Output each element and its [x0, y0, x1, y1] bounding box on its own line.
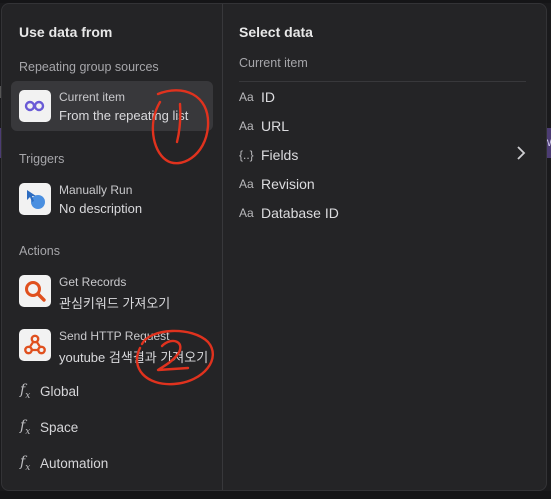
function-icon: fx: [20, 381, 31, 401]
source-subtitle: youtube 검색결과 가져오기: [59, 350, 209, 365]
webhook-icon: [19, 329, 51, 361]
object-type-icon: {..}: [239, 148, 254, 162]
function-icon: fx: [20, 417, 31, 437]
field-revision[interactable]: Aa Revision: [239, 173, 526, 195]
field-fields[interactable]: {..} Fields: [239, 144, 526, 166]
click-hand-icon: [19, 183, 51, 215]
source-current-item[interactable]: Current item From the repeating list: [11, 81, 213, 131]
text-type-icon: Aa: [239, 119, 254, 133]
field-url[interactable]: Aa URL: [239, 115, 526, 137]
function-icon: fx: [20, 453, 31, 473]
field-id[interactable]: Aa ID: [239, 86, 526, 108]
source-global-label: Global: [40, 383, 80, 399]
source-space[interactable]: fx Space: [20, 416, 78, 438]
search-icon: [19, 275, 51, 307]
source-automation-label: Automation: [40, 455, 109, 471]
source-subtitle: No description: [59, 201, 143, 216]
field-label: Database ID: [261, 205, 339, 221]
source-global[interactable]: fx Global: [20, 380, 79, 402]
text-type-icon: Aa: [239, 90, 254, 104]
field-label: URL: [261, 118, 290, 134]
loop-icon: [19, 90, 51, 122]
background-bottom: [0, 491, 551, 499]
text-type-icon: Aa: [239, 177, 254, 191]
current-item-section-label: Current item: [239, 56, 308, 70]
field-label: Revision: [261, 176, 315, 192]
source-title: Manually Run: [59, 183, 133, 197]
section-triggers-label: Triggers: [19, 152, 65, 166]
section-actions-label: Actions: [19, 244, 60, 258]
field-label: ID: [261, 89, 275, 105]
source-title: Send HTTP Request: [59, 329, 170, 343]
select-data-column: Select data Current item Aa ID Aa URL {.…: [223, 4, 546, 490]
field-label: Fields: [261, 147, 299, 163]
select-data-heading: Select data: [239, 24, 313, 40]
source-subtitle: From the repeating list: [59, 108, 189, 123]
source-send-http-request[interactable]: Send HTTP Request youtube 검색결과 가져오기: [11, 320, 213, 370]
data-picker-popover: Use data from Repeating group sources Cu…: [1, 3, 547, 491]
chevron-right-icon: [516, 145, 526, 165]
source-title: Current item: [59, 90, 126, 104]
source-manually-run[interactable]: Manually Run No description: [11, 174, 213, 224]
source-space-label: Space: [40, 419, 79, 435]
source-get-records[interactable]: Get Records 관심키워드 가져오기: [11, 266, 213, 316]
section-repeating-label: Repeating group sources: [19, 60, 159, 74]
source-title: Get Records: [59, 275, 127, 289]
text-type-icon: Aa: [239, 206, 254, 220]
field-database-id[interactable]: Aa Database ID: [239, 202, 526, 224]
source-heading: Use data from: [19, 24, 113, 40]
source-automation[interactable]: fx Automation: [20, 452, 108, 474]
data-source-column: Use data from Repeating group sources Cu…: [2, 4, 222, 490]
section-divider: [239, 81, 526, 82]
source-subtitle: 관심키워드 가져오기: [59, 296, 171, 311]
